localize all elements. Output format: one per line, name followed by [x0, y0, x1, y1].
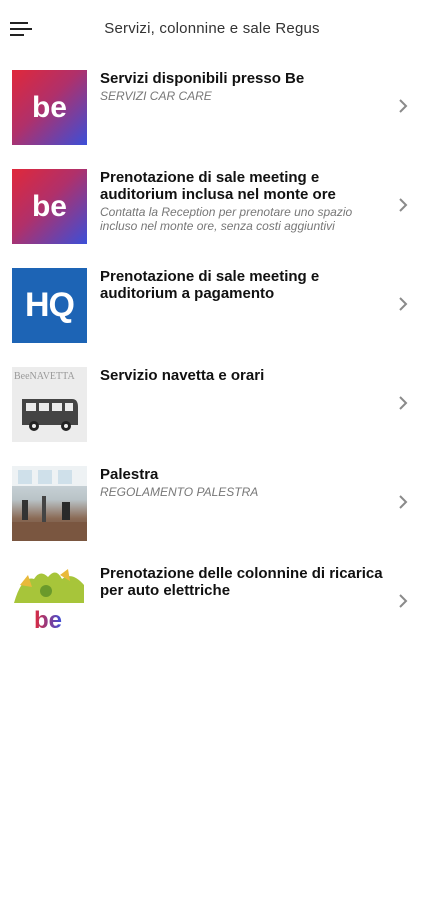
services-list: be Servizi disponibili presso Be SERVIZI… [0, 60, 424, 654]
hq-logo-text: HQ [25, 286, 75, 324]
list-item-palestra[interactable]: Palestra REGOLAMENTO PALESTRA [0, 456, 424, 555]
chevron-right-icon [399, 198, 408, 212]
shuttle-bus-icon: BeeNAVETTA [12, 367, 87, 442]
list-item-title: Palestra [100, 466, 159, 483]
list-item-sale-meeting-pagamento[interactable]: HQ Prenotazione di sale meeting e audito… [0, 258, 424, 357]
list-item-title: Prenotazione delle colonnine di ricarica… [100, 565, 383, 599]
list-item-title: Servizio navetta e orari [100, 367, 265, 384]
ev-charging-logo-icon: be [12, 565, 87, 640]
page-title: Servizi, colonnine e sale Regus [104, 20, 320, 37]
be-logo-text: be [31, 90, 67, 124]
hq-logo-icon: HQ [12, 268, 87, 343]
chevron-right-icon [399, 297, 408, 311]
list-item-subtitle: Contatta la Reception per prenotare uno … [100, 205, 353, 233]
list-item-title: Prenotazione di sale meeting e auditoriu… [100, 268, 320, 302]
app-header: Servizi, colonnine e sale Regus [0, 0, 424, 60]
list-item-subtitle: SERVIZI CAR CARE [100, 89, 212, 103]
chevron-right-icon [399, 396, 408, 410]
list-item-navetta[interactable]: BeeNAVETTA Servizio navetta e orari [0, 357, 424, 456]
be-logo-icon: be [12, 70, 87, 145]
gym-photo [12, 466, 87, 541]
list-item-colonnine-ricarica[interactable]: be Prenotazione delle colonnine di ricar… [0, 555, 424, 654]
list-item-sale-meeting-incluse[interactable]: be Prenotazione di sale meeting e audito… [0, 159, 424, 258]
list-item-servizi-be[interactable]: be Servizi disponibili presso Be SERVIZI… [0, 60, 424, 159]
chevron-right-icon [399, 594, 408, 608]
list-item-title: Servizi disponibili presso Be [100, 70, 305, 87]
be-logo-text: be [34, 607, 63, 634]
list-item-title: Prenotazione di sale meeting e auditoriu… [100, 169, 336, 203]
chevron-right-icon [399, 495, 408, 509]
list-item-subtitle: REGOLAMENTO PALESTRA [100, 485, 259, 499]
be-logo-icon: be [12, 169, 87, 244]
be-logo-text: be [31, 189, 67, 223]
chevron-right-icon [399, 99, 408, 113]
